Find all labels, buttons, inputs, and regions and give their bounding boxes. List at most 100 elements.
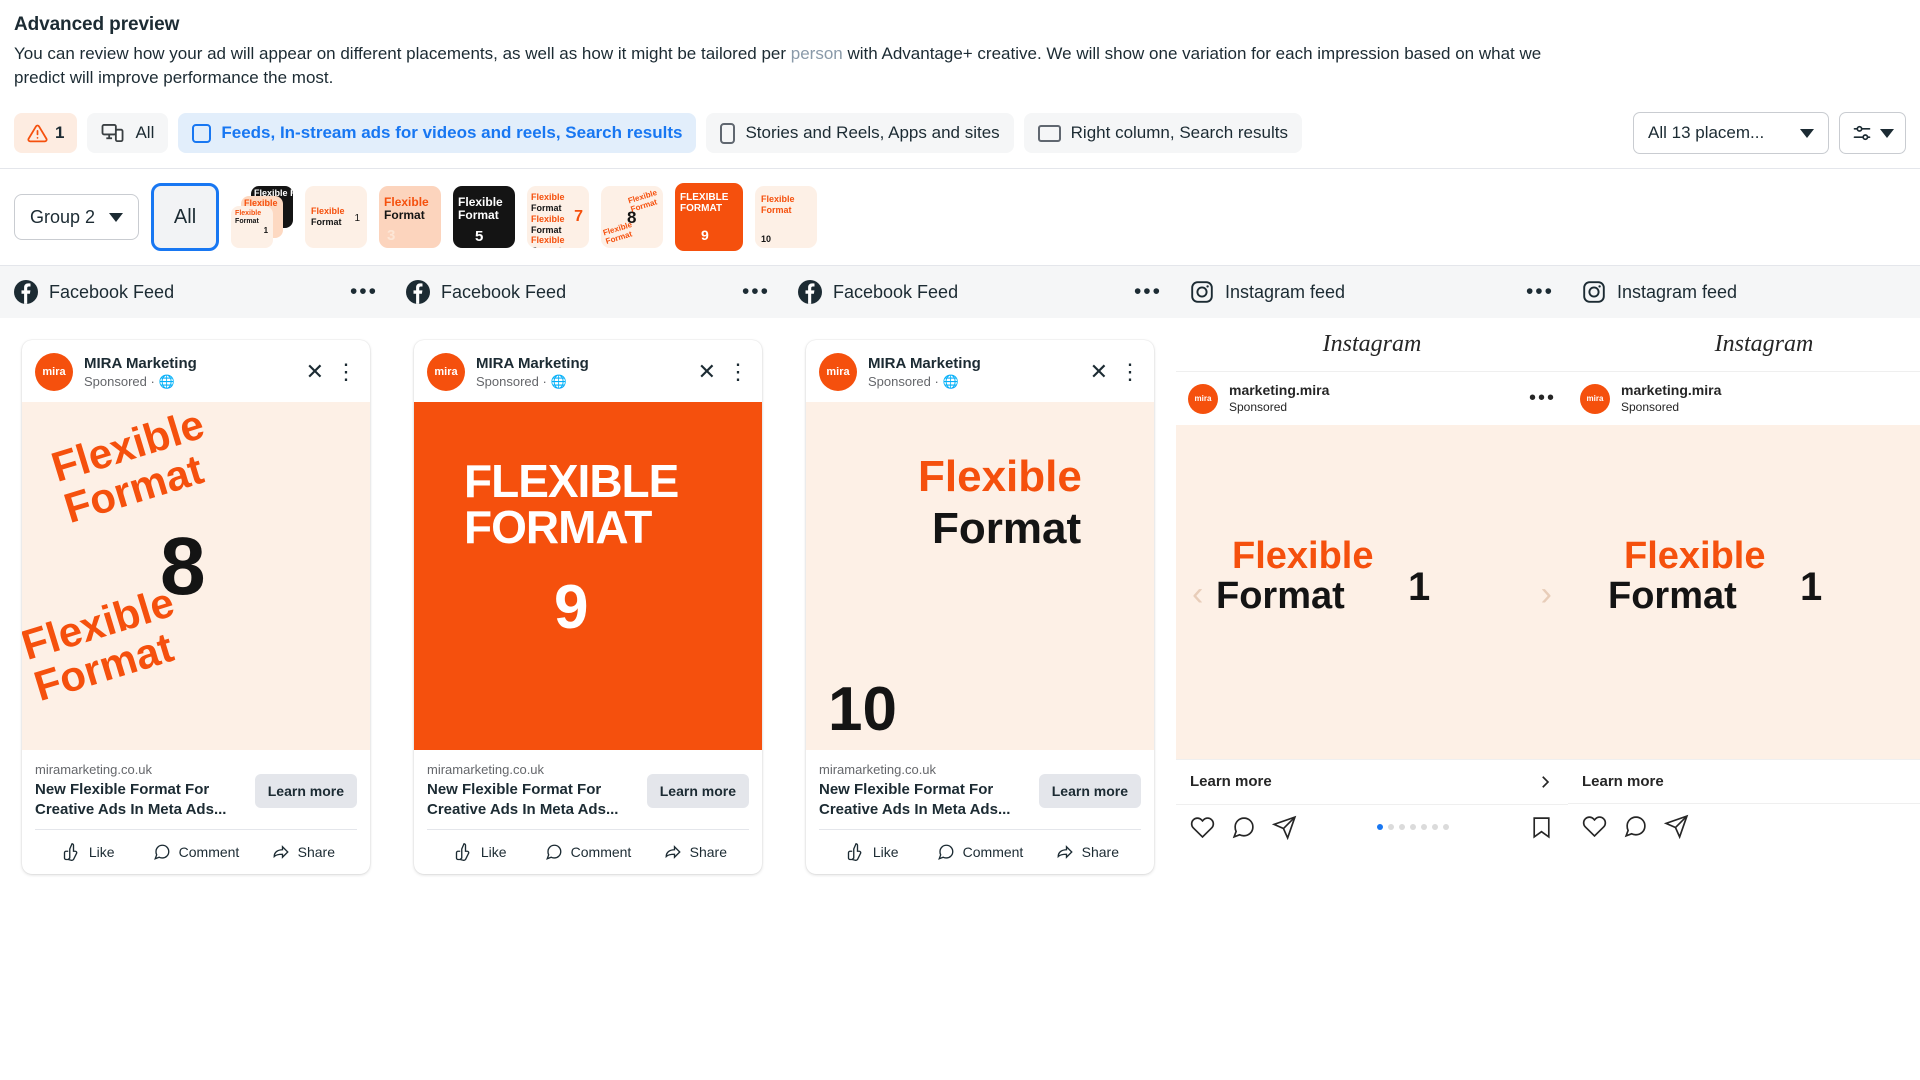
thumbs-up-icon (63, 843, 81, 862)
thumbnail-10[interactable]: Flexible Format 10 (755, 186, 818, 249)
tab-feeds-instream-search[interactable]: Feeds, In-stream ads for videos and reel… (178, 113, 697, 154)
account-info: marketing.mira Sponsored (1621, 382, 1721, 415)
carousel-dot[interactable] (1388, 824, 1394, 831)
feed-placement-icon (192, 123, 212, 143)
facebook-icon (406, 280, 430, 305)
tab-right-column-label: Right column, Search results (1070, 123, 1288, 143)
warning-chip[interactable]: 1 (14, 113, 78, 154)
carousel-dot[interactable] (1399, 824, 1405, 831)
thumbnail-3[interactable]: Flexible Format 3 (379, 186, 442, 249)
ad-card-footer: miramarketing.co.uk New Flexible Format … (806, 750, 1154, 829)
thumbnail-7[interactable]: Flexible Format Flexible Format Flexible… (527, 186, 590, 249)
share-button[interactable]: Share (1034, 837, 1141, 867)
ad-headline: New Flexible Format For Creative Ads In … (427, 781, 619, 818)
carousel-dot[interactable] (1410, 824, 1416, 831)
comment-icon[interactable] (1231, 815, 1256, 840)
share-paperplane-icon[interactable] (1664, 814, 1689, 839)
share-paperplane-icon[interactable] (1272, 815, 1297, 840)
instagram-cta-row[interactable]: Learn more (1568, 758, 1920, 804)
share-button[interactable]: Share (642, 837, 749, 867)
instagram-ad-card: Instagram mira marketing.mira Sponsored … (1568, 318, 1920, 1080)
instagram-account-row: mira marketing.mira Sponsored (1568, 372, 1920, 425)
thumbnail-stack-group[interactable]: Flexible Format Flexible Flexible Format… (231, 186, 294, 249)
heart-icon[interactable] (1190, 815, 1215, 840)
share-button[interactable]: Share (250, 837, 357, 867)
ad-engagement-actions: Like Comment Share (35, 829, 357, 874)
sliders-icon (1851, 123, 1873, 143)
column-more-options-icon[interactable]: ••• (742, 280, 770, 304)
tab-stories-label: Stories and Reels, Apps and sites (745, 123, 1000, 143)
ad-creative-image: Flexible Format 1 (1568, 424, 1920, 759)
carousel-next-icon[interactable]: › (1541, 575, 1552, 614)
thumbnail-8[interactable]: Flexible Format 8 Flexible Format (601, 186, 664, 249)
instagram-cta-row[interactable]: Learn more (1176, 758, 1568, 805)
stack-card-line2: Format (290, 188, 293, 198)
comment-button[interactable]: Comment (534, 837, 641, 867)
facebook-ad-card: mira MIRA Marketing Sponsored · 🌐 ✕ ⋮ Fl… (806, 340, 1154, 875)
kebab-menu-icon[interactable]: ⋮ (1119, 361, 1141, 383)
close-icon[interactable]: ✕ (306, 361, 324, 383)
sponsored-label: Sponsored (1621, 399, 1680, 414)
carousel-prev-icon[interactable]: ‹ (1192, 575, 1203, 614)
carousel-dot[interactable] (1377, 824, 1383, 831)
group-select[interactable]: Group 2 (14, 194, 140, 241)
tab-stories-reels-apps-sites[interactable]: Stories and Reels, Apps and sites (706, 113, 1014, 154)
advertiser-name: MIRA Marketing (476, 355, 589, 373)
column-more-options-icon[interactable]: ••• (1134, 280, 1162, 304)
comment-button[interactable]: Comment (926, 837, 1033, 867)
carousel-dot[interactable] (1421, 824, 1427, 831)
ad-engagement-actions: Like Comment Share (427, 829, 749, 874)
comment-button[interactable]: Comment (142, 837, 249, 867)
avatar: mira (1580, 383, 1610, 414)
tab-right-column-search[interactable]: Right column, Search results (1023, 113, 1302, 154)
like-label: Like (88, 844, 115, 861)
like-button[interactable]: Like (819, 837, 926, 867)
cta-label: Learn more (1190, 773, 1272, 791)
kebab-menu-icon[interactable]: ••• (1529, 387, 1556, 410)
thumbnail-all[interactable]: All (151, 183, 220, 252)
share-label: Share (1081, 844, 1119, 861)
heart-icon[interactable] (1582, 814, 1607, 839)
cta-button[interactable]: Learn more (254, 773, 357, 808)
avatar: mira (819, 353, 857, 392)
kebab-menu-icon[interactable]: ⋮ (727, 361, 749, 383)
bookmark-icon[interactable] (1529, 815, 1554, 840)
column-more-options-icon[interactable]: ••• (350, 280, 378, 304)
carousel-dot[interactable] (1443, 824, 1449, 831)
thumbnail-9-text: FLEXIBLE FORMAT (680, 193, 728, 214)
thumbnail-5[interactable]: Flexible Format 5 (453, 186, 516, 249)
ad-domain: miramarketing.co.uk (427, 762, 545, 778)
kebab-menu-icon[interactable]: ⋮ (335, 361, 357, 383)
like-button[interactable]: Like (35, 837, 142, 867)
like-button[interactable]: Like (427, 837, 534, 867)
chevron-down-icon (1800, 128, 1814, 138)
cta-button[interactable]: Learn more (646, 773, 749, 808)
close-icon[interactable]: ✕ (698, 361, 716, 383)
comment-icon[interactable] (1623, 814, 1648, 839)
creative-line2: Format (1608, 574, 1737, 617)
sponsored-label: Sponsored · 🌐 (84, 374, 197, 391)
facebook-icon (798, 280, 822, 305)
warning-count: 1 (55, 123, 65, 143)
thumbnail-5-text: Flexible Format (458, 196, 503, 222)
column-more-options-icon[interactable]: ••• (1526, 280, 1554, 304)
thumbnail-9[interactable]: FLEXIBLE FORMAT 9 (675, 183, 744, 252)
preview-settings-button[interactable] (1839, 112, 1906, 155)
preview-column-facebook-3: Facebook Feed ••• mira MIRA Marketing Sp… (784, 266, 1176, 1066)
placement-select[interactable]: All 13 placem... (1633, 112, 1829, 155)
thumbnail-1[interactable]: Flexible Format 1 (305, 186, 368, 249)
tab-all-placements[interactable]: All (87, 113, 169, 154)
thumb7-line4: Format (531, 224, 562, 235)
comment-label: Comment (570, 844, 632, 861)
avatar: mira (427, 353, 465, 392)
carousel-dot[interactable] (1432, 824, 1438, 831)
ad-creative-image: FLEXIBLE FORMAT 9 (414, 402, 762, 751)
creative-line1: Flexible (918, 452, 1082, 502)
cta-button[interactable]: Learn more (1038, 773, 1141, 808)
creative-line2: Format (1216, 574, 1345, 617)
person-link[interactable]: person (791, 44, 843, 63)
advertiser-info: MIRA Marketing Sponsored · 🌐 (84, 354, 197, 390)
close-icon[interactable]: ✕ (1090, 361, 1108, 383)
instagram-ad-card: Instagram mira marketing.mira Sponsored … (1176, 318, 1568, 1080)
comment-icon (937, 843, 955, 861)
